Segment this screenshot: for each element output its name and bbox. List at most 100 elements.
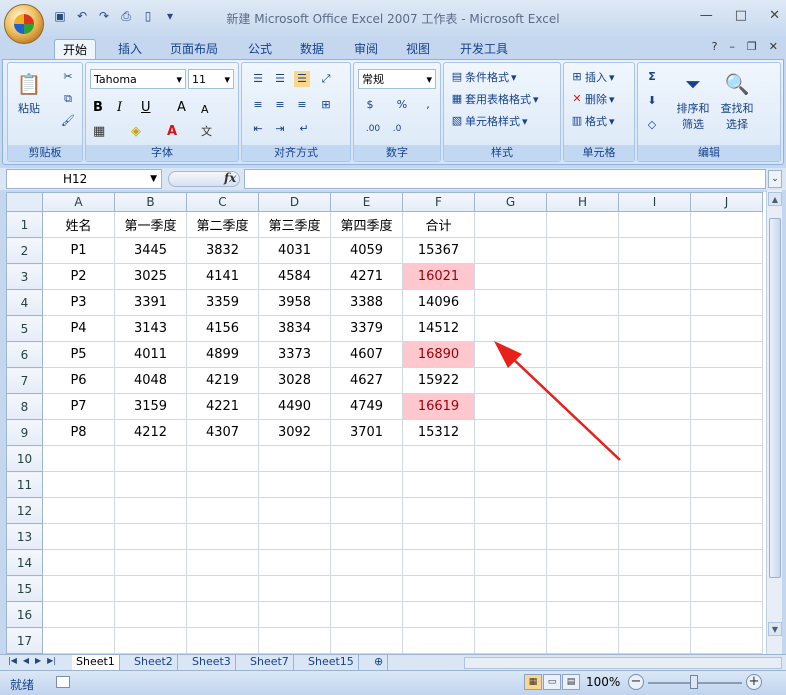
cell-g8[interactable] — [474, 393, 547, 420]
cell-b1[interactable]: 第一季度 — [114, 211, 187, 238]
cell-a5[interactable]: P4 — [42, 315, 115, 342]
cell-h12[interactable] — [546, 497, 619, 524]
cell-a17[interactable] — [42, 627, 115, 654]
cell-b11[interactable] — [114, 471, 187, 498]
row-header-6[interactable]: 6 — [6, 341, 43, 368]
cell-h1[interactable] — [546, 211, 619, 238]
cell-j2[interactable] — [690, 237, 763, 264]
cell-c11[interactable] — [186, 471, 259, 498]
cell-e5[interactable]: 3379 — [330, 315, 403, 342]
cell-d15[interactable] — [258, 575, 331, 602]
cell-d6[interactable]: 3373 — [258, 341, 331, 368]
cell-a13[interactable] — [42, 523, 115, 550]
copy-icon[interactable]: ⧉ — [60, 91, 76, 107]
cell-b2[interactable]: 3445 — [114, 237, 187, 264]
cell-i10[interactable] — [618, 445, 691, 472]
row-header-15[interactable]: 15 — [6, 575, 43, 602]
cell-e16[interactable] — [330, 601, 403, 628]
grow-font-icon[interactable]: A — [176, 97, 187, 117]
cell-e12[interactable] — [330, 497, 403, 524]
wrap-text-icon[interactable]: ↵ — [296, 121, 312, 137]
cell-a12[interactable] — [42, 497, 115, 524]
number-format-select[interactable]: 常规 ▾ — [358, 69, 436, 89]
cell-e13[interactable] — [330, 523, 403, 550]
formula-input[interactable] — [244, 169, 766, 189]
scroll-up-icon[interactable]: ▲ — [768, 192, 782, 206]
cell-g4[interactable] — [474, 289, 547, 316]
cell-j14[interactable] — [690, 549, 763, 576]
cell-h10[interactable] — [546, 445, 619, 472]
cell-h14[interactable] — [546, 549, 619, 576]
cut-icon[interactable]: ✂ — [60, 69, 76, 85]
cell-h16[interactable] — [546, 601, 619, 628]
cell-b6[interactable]: 4011 — [114, 341, 187, 368]
cell-f7[interactable]: 15922 — [402, 367, 475, 394]
row-header-1[interactable]: 1 — [6, 211, 43, 238]
merge-center-icon[interactable]: ⊞ — [318, 97, 334, 113]
cell-b4[interactable]: 3391 — [114, 289, 187, 316]
cell-f3[interactable]: 16021 — [402, 263, 475, 290]
cell-e6[interactable]: 4607 — [330, 341, 403, 368]
select-all-corner[interactable] — [6, 192, 43, 212]
cell-i14[interactable] — [618, 549, 691, 576]
row-header-2[interactable]: 2 — [6, 237, 43, 264]
tab-data[interactable]: 数据 — [292, 39, 332, 61]
bold-button[interactable]: B — [92, 97, 104, 117]
cell-g1[interactable] — [474, 211, 547, 238]
cell-g6[interactable] — [474, 341, 547, 368]
column-header-a[interactable]: A — [42, 192, 115, 212]
cell-d8[interactable]: 4490 — [258, 393, 331, 420]
column-header-g[interactable]: G — [474, 192, 547, 212]
cell-c15[interactable] — [186, 575, 259, 602]
cell-i12[interactable] — [618, 497, 691, 524]
align-top-icon[interactable]: ☰ — [250, 71, 266, 87]
vertical-scrollbar[interactable]: ▲ ▼ — [766, 190, 782, 654]
cell-j6[interactable] — [690, 341, 763, 368]
cell-d3[interactable]: 4584 — [258, 263, 331, 290]
minimize-button[interactable]: — — [700, 8, 713, 23]
cell-h8[interactable] — [546, 393, 619, 420]
cell-j10[interactable] — [690, 445, 763, 472]
font-color-icon[interactable]: A — [166, 121, 178, 141]
cell-c8[interactable]: 4221 — [186, 393, 259, 420]
cell-b10[interactable] — [114, 445, 187, 472]
phonetic-icon[interactable]: 文 — [200, 121, 213, 141]
borders-icon[interactable]: ▦ — [92, 121, 106, 141]
cell-e9[interactable]: 3701 — [330, 419, 403, 446]
row-header-9[interactable]: 9 — [6, 419, 43, 446]
format-painter-icon[interactable]: 🖌 — [60, 113, 76, 129]
delete-cells-button[interactable]: ✕ 删除 ▾ — [568, 89, 616, 109]
next-sheet-icon[interactable]: ▶ — [35, 656, 41, 665]
cell-f11[interactable] — [402, 471, 475, 498]
cell-f1[interactable]: 合计 — [402, 211, 475, 238]
cell-g12[interactable] — [474, 497, 547, 524]
cell-b13[interactable] — [114, 523, 187, 550]
cell-e2[interactable]: 4059 — [330, 237, 403, 264]
cell-b5[interactable]: 3143 — [114, 315, 187, 342]
cell-a14[interactable] — [42, 549, 115, 576]
normal-view-icon[interactable]: ▦ — [524, 674, 542, 690]
cell-c2[interactable]: 3832 — [186, 237, 259, 264]
office-button[interactable] — [4, 4, 44, 44]
cell-j15[interactable] — [690, 575, 763, 602]
insert-sheet-icon[interactable]: ⊕ — [370, 655, 389, 670]
sheet-tab-sheet7[interactable]: Sheet7 — [246, 655, 294, 670]
cell-d12[interactable] — [258, 497, 331, 524]
row-header-8[interactable]: 8 — [6, 393, 43, 420]
cell-b8[interactable]: 3159 — [114, 393, 187, 420]
cell-f10[interactable] — [402, 445, 475, 472]
expand-formula-bar-icon[interactable]: ⌄ — [768, 170, 782, 188]
cell-h7[interactable] — [546, 367, 619, 394]
cell-h5[interactable] — [546, 315, 619, 342]
row-header-10[interactable]: 10 — [6, 445, 43, 472]
conditional-formatting-button[interactable]: ▤ 条件格式 ▾ — [448, 67, 518, 87]
cell-h6[interactable] — [546, 341, 619, 368]
clear-icon[interactable]: ◇ — [644, 117, 660, 133]
tab-insert[interactable]: 插入 — [110, 39, 150, 61]
cell-h11[interactable] — [546, 471, 619, 498]
cell-c1[interactable]: 第二季度 — [186, 211, 259, 238]
zoom-out-icon[interactable]: − — [628, 674, 644, 690]
cell-a8[interactable]: P7 — [42, 393, 115, 420]
cell-g9[interactable] — [474, 419, 547, 446]
cell-i11[interactable] — [618, 471, 691, 498]
